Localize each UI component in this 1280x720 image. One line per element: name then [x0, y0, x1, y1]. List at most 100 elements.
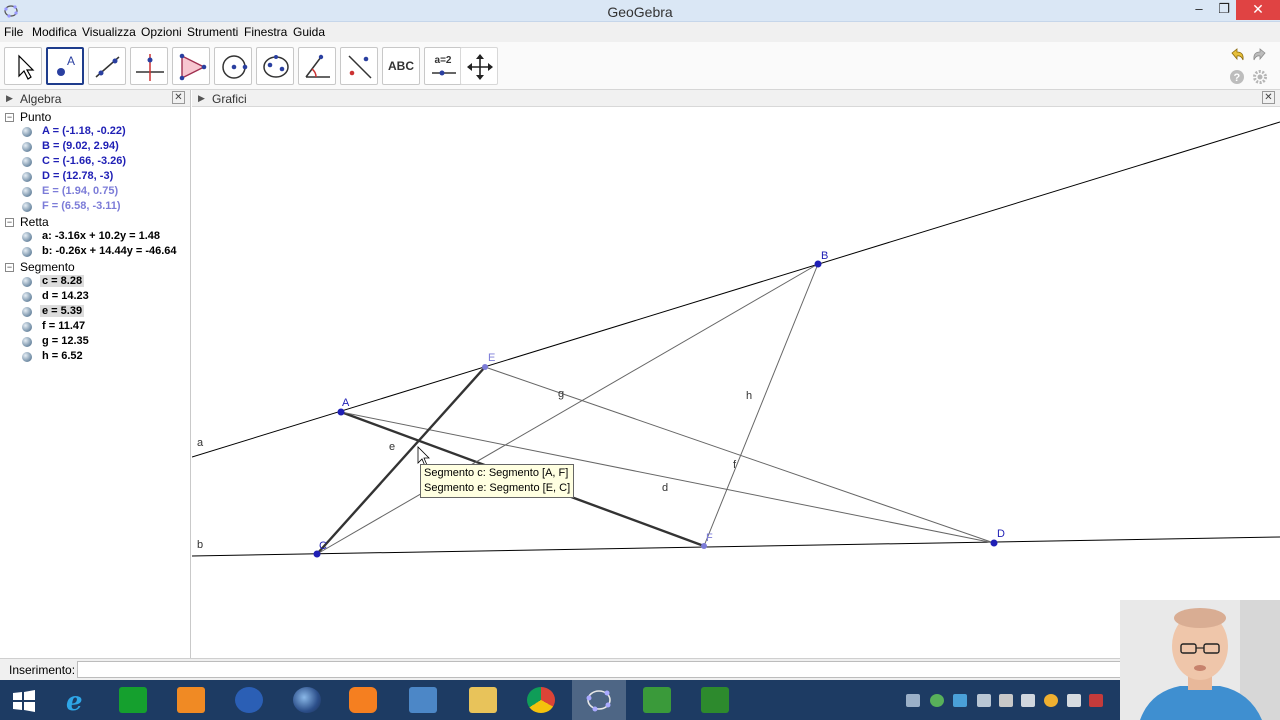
graphics-view[interactable]: ▶ Grafici ✕ A B C D E F a b d e f g h Se… [192, 90, 1280, 658]
taskbar-help[interactable] [222, 680, 276, 720]
algebra-object-row[interactable]: c = 8.28 [22, 275, 187, 290]
point-d[interactable] [990, 539, 998, 547]
circle-tool-button[interactable] [214, 47, 252, 85]
panel-expand-icon[interactable]: ▶ [198, 93, 205, 104]
visibility-toggle-icon[interactable] [22, 322, 32, 332]
tray-flag-icon[interactable] [977, 694, 991, 707]
menu-guida[interactable]: Guida [293, 25, 325, 39]
volume-icon[interactable] [906, 694, 920, 707]
perpendicular-tool-button[interactable] [130, 47, 168, 85]
algebra-object-row[interactable]: A = (-1.18, -0.22) [22, 125, 187, 140]
text-tool-button[interactable]: ABC [382, 47, 420, 85]
menu-opzioni[interactable]: Opzioni [141, 25, 182, 39]
segment-h[interactable] [316, 263, 819, 555]
algebra-category[interactable]: Segmento [20, 260, 75, 274]
line-tool-button[interactable] [88, 47, 126, 85]
command-input[interactable] [77, 661, 1127, 678]
algebra-object-row[interactable]: a: -3.16x + 10.2y = 1.48 [22, 230, 187, 245]
tray-misc-icon[interactable] [1067, 694, 1081, 707]
algebra-object-row[interactable]: e = 5.39 [22, 305, 187, 320]
polygon-tool-button[interactable] [172, 47, 210, 85]
taskbar-camtasia-recorder[interactable] [630, 680, 684, 720]
point-tool-button[interactable]: A [46, 47, 84, 85]
visibility-toggle-icon[interactable] [22, 277, 32, 287]
graphics-close-button[interactable]: ✕ [1262, 91, 1275, 104]
algebra-category[interactable]: Punto [20, 110, 51, 124]
menu-file[interactable]: File [4, 25, 23, 39]
close-button[interactable]: ✕ [1236, 0, 1280, 20]
taskbar-paint[interactable] [396, 680, 450, 720]
menu-strumenti[interactable]: Strumenti [187, 25, 238, 39]
geogebra-icon [585, 687, 613, 713]
visibility-toggle-icon[interactable] [22, 202, 32, 212]
network-icon[interactable] [953, 694, 967, 707]
algebra-object-row[interactable]: g = 12.35 [22, 335, 187, 350]
visibility-toggle-icon[interactable] [22, 172, 32, 182]
taskbar-chrome[interactable] [514, 680, 568, 720]
graphics-canvas[interactable]: A B C D E F a b d e f g h [192, 107, 1280, 658]
start-button[interactable] [0, 680, 54, 720]
visibility-toggle-icon[interactable] [22, 232, 32, 242]
algebra-close-button[interactable]: ✕ [172, 91, 185, 104]
category-toggle-icon[interactable]: − [5, 263, 14, 272]
algebra-object-row[interactable]: f = 11.47 [22, 320, 187, 335]
visibility-toggle-icon[interactable] [22, 157, 32, 167]
taskbar-explorer-tiles[interactable] [164, 680, 218, 720]
file-explorer-icon [177, 687, 205, 713]
visibility-toggle-icon[interactable] [22, 142, 32, 152]
conic-tool-button[interactable] [256, 47, 294, 85]
taskbar-camtasia-studio[interactable] [688, 680, 742, 720]
menu-finestra[interactable]: Finestra [244, 25, 287, 39]
point-e[interactable] [482, 364, 488, 370]
algebra-object-row[interactable]: b: -0.26x + 14.44y = -46.64 [22, 245, 187, 260]
line-b[interactable] [192, 536, 1280, 557]
angle-tool-button[interactable] [298, 47, 336, 85]
algebra-object-row[interactable]: F = (6.58, -3.11) [22, 200, 187, 215]
category-toggle-icon[interactable]: − [5, 113, 14, 122]
algebra-object-row[interactable]: D = (12.78, -3) [22, 170, 187, 185]
taskbar-media[interactable] [336, 680, 390, 720]
tray-device-icon[interactable] [999, 694, 1013, 707]
segment-f[interactable] [703, 263, 819, 547]
point-a[interactable] [337, 408, 345, 416]
line-a[interactable] [192, 121, 1280, 458]
redo-icon[interactable] [1251, 47, 1269, 63]
taskbar-firefox[interactable] [280, 680, 334, 720]
help-icon[interactable]: ? [1229, 69, 1245, 85]
taskbar-folder[interactable] [456, 680, 510, 720]
tray-app-icon[interactable] [930, 694, 944, 707]
visibility-toggle-icon[interactable] [22, 292, 32, 302]
svg-text:?: ? [1234, 72, 1241, 84]
minimize-button[interactable]: ‒ [1186, 1, 1212, 21]
visibility-toggle-icon[interactable] [22, 247, 32, 257]
move-view-tool-button[interactable] [460, 47, 498, 85]
algebra-object-row[interactable]: C = (-1.66, -3.26) [22, 155, 187, 170]
algebra-object-row[interactable]: d = 14.23 [22, 290, 187, 305]
visibility-toggle-icon[interactable] [22, 337, 32, 347]
tray-sync-icon[interactable] [1021, 694, 1035, 707]
panel-expand-icon[interactable]: ▶ [6, 93, 13, 104]
category-toggle-icon[interactable]: − [5, 218, 14, 227]
algebra-object-row[interactable]: B = (9.02, 2.94) [22, 140, 187, 155]
visibility-toggle-icon[interactable] [22, 187, 32, 197]
menu-modifica[interactable]: Modifica [32, 25, 77, 39]
visibility-toggle-icon[interactable] [22, 307, 32, 317]
algebra-object-row[interactable]: E = (1.94, 0.75) [22, 185, 187, 200]
taskbar-store[interactable] [106, 680, 160, 720]
move-tool-button[interactable] [4, 47, 42, 85]
algebra-category[interactable]: Retta [20, 215, 49, 229]
visibility-toggle-icon[interactable] [22, 352, 32, 362]
taskbar-geogebra[interactable] [572, 680, 626, 720]
undo-icon[interactable] [1228, 47, 1246, 63]
reflect-tool-button[interactable] [340, 47, 378, 85]
tray-alert-icon[interactable] [1089, 694, 1103, 707]
slider-tool-button[interactable]: a=2 [424, 47, 462, 85]
gear-icon[interactable] [1252, 69, 1268, 85]
segment-e[interactable] [316, 366, 486, 555]
visibility-toggle-icon[interactable] [22, 127, 32, 137]
algebra-object-row[interactable]: h = 6.52 [22, 350, 187, 365]
taskbar-ie[interactable]: e [50, 680, 104, 720]
menu-visualizza[interactable]: Visualizza [82, 25, 136, 39]
tray-status-icon[interactable] [1044, 694, 1058, 707]
restore-button[interactable]: ❐ [1212, 1, 1236, 21]
